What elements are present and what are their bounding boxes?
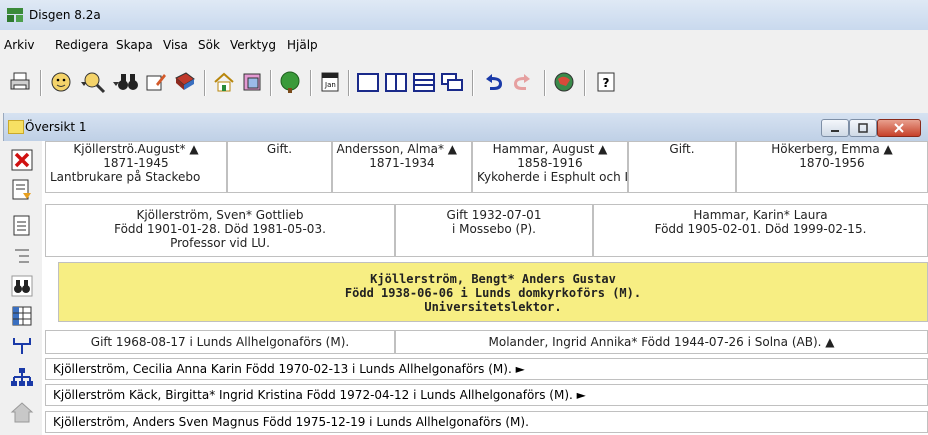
close-button[interactable] <box>877 119 921 137</box>
table-icon[interactable] <box>9 303 35 329</box>
father-name: Kjöllerström, Sven* Gottlieb <box>136 208 304 222</box>
person-name: Kjöllerströ.August* ▲ <box>73 142 199 156</box>
overview-title-bar: Översikt 1 <box>4 113 928 141</box>
person-years: 1858-1916 <box>517 156 583 170</box>
family-tree-icon[interactable] <box>9 365 35 391</box>
layout-two-icon[interactable] <box>384 70 408 94</box>
person-years: 1871-1934 <box>369 156 435 170</box>
maximize-button[interactable] <box>849 119 877 137</box>
side-toolbar <box>3 141 42 435</box>
marriage-label: Gift. <box>266 142 293 156</box>
father-occupation: Professor vid LU. <box>170 236 270 250</box>
marriage-card[interactable]: Gift 1968-08-17 i Lunds Allhelgonaförs (… <box>45 330 395 354</box>
father-dates: Född 1901-01-28. Död 1981-05-03. <box>114 222 326 236</box>
undo-icon[interactable] <box>482 70 506 94</box>
outline-icon[interactable] <box>9 243 35 269</box>
person-name: Andersson, Alma* ▲ <box>336 142 457 156</box>
minimize-button[interactable] <box>821 119 849 137</box>
home-icon[interactable] <box>212 70 236 94</box>
person-name: Hökerberg, Emma ▲ <box>771 142 893 156</box>
maternal-grandfather-card[interactable]: Hammar, August ▲ 1858-1916 Kykoherde i E… <box>472 141 628 193</box>
maternal-grandmother-card[interactable]: Hökerberg, Emma ▲ 1870-1956 <box>736 141 928 193</box>
calendar-icon[interactable]: Jan <box>318 70 342 94</box>
person-occupation: Kykoherde i Esphult och I <box>477 170 628 184</box>
binoculars-sidebar-icon[interactable] <box>9 273 35 299</box>
person-dropdown-icon[interactable] <box>72 70 87 94</box>
globe-person-icon[interactable] <box>552 70 576 94</box>
marriage-date: Gift 1932-07-01 <box>446 208 542 222</box>
child-row[interactable]: Kjöllerström Käck, Birgitta* Ingrid Kris… <box>45 384 928 406</box>
edit-hand-icon[interactable] <box>144 70 168 94</box>
person-years: 1870-1956 <box>799 156 865 170</box>
person-icon[interactable] <box>50 70 74 94</box>
notes-icon[interactable] <box>240 70 264 94</box>
spouse-card[interactable]: Molander, Ingrid Annika* Född 1944-07-26… <box>395 330 928 354</box>
person-name: Hammar, August ▲ <box>492 142 608 156</box>
father-card[interactable]: Kjöllerström, Sven* Gottlieb Född 1901-0… <box>45 204 395 257</box>
family-overview-grid: Kjöllerströ.August* ▲ 1871-1945 Lantbruk… <box>45 141 928 435</box>
paternal-grandfather-card[interactable]: Kjöllerströ.August* ▲ 1871-1945 Lantbruk… <box>45 141 227 193</box>
menu-verktyg[interactable]: Verktyg <box>230 38 276 52</box>
redo-icon[interactable] <box>510 70 534 94</box>
svg-text:Jan: Jan <box>324 81 336 89</box>
mother-name: Hammar, Karin* Laura <box>693 208 828 222</box>
layout-single-icon[interactable] <box>356 70 380 94</box>
person-occupation: Lantbrukare på Stackebo <box>50 170 201 184</box>
layout-overlap-icon[interactable] <box>440 70 464 94</box>
menu-hjalp[interactable]: Hjälp <box>287 38 318 52</box>
title-bar: Disgen 8.2a <box>0 0 928 30</box>
menu-visa[interactable]: Visa <box>163 38 188 52</box>
menu-sok[interactable]: Sök <box>198 38 220 52</box>
person-search-icon[interactable] <box>82 70 106 94</box>
menu-skapa[interactable]: Skapa <box>116 38 153 52</box>
mother-card[interactable]: Hammar, Karin* Laura Född 1905-02-01. Dö… <box>593 204 928 257</box>
menu-bar: Arkiv Redigera Skapa Visa Sök Verktyg Hj… <box>0 38 928 58</box>
menu-redigera[interactable]: Redigera <box>55 38 108 52</box>
mother-dates: Född 1905-02-01. Död 1999-02-15. <box>654 222 867 236</box>
main-person-name: Kjöllerström, Bengt* Anders Gustav <box>370 272 616 286</box>
descendants-icon[interactable] <box>9 333 35 359</box>
overview-title: Översikt 1 <box>25 120 87 134</box>
document-icon[interactable] <box>9 213 35 239</box>
print-icon[interactable] <box>8 70 32 94</box>
marriage-place: i Mossebo (P). <box>452 222 536 236</box>
child-row[interactable]: Kjöllerström, Cecilia Anna Karin Född 19… <box>45 358 928 380</box>
book-icon[interactable] <box>172 70 196 94</box>
paternal-marriage-card[interactable]: Gift. <box>227 141 332 193</box>
menu-arkiv[interactable]: Arkiv <box>4 38 35 52</box>
main-person-birth: Född 1938-06-06 i Lunds domkyrkoförs (M)… <box>344 286 642 300</box>
window-title: Disgen 8.2a <box>29 8 101 22</box>
app-tree-icon <box>7 8 23 22</box>
help-icon[interactable]: ? <box>594 70 618 94</box>
main-person-card[interactable]: Kjöllerström, Bengt* Anders Gustav Född … <box>58 262 928 322</box>
person-years: 1871-1945 <box>103 156 169 170</box>
overview-window-icon <box>8 120 24 134</box>
parents-marriage-card[interactable]: Gift 1932-07-01 i Mossebo (P). <box>395 204 593 257</box>
layout-rows-icon[interactable] <box>412 70 436 94</box>
spouse-info: Molander, Ingrid Annika* Född 1944-07-26… <box>488 335 835 349</box>
close-red-x-icon[interactable] <box>9 147 35 173</box>
report-icon[interactable] <box>9 177 35 203</box>
marriage-label: Gift. <box>669 142 695 156</box>
child-row[interactable]: Kjöllerström, Anders Sven Magnus Född 19… <box>45 411 928 433</box>
svg-text:?: ? <box>603 76 610 90</box>
binoculars-icon[interactable] <box>116 70 140 94</box>
tree-icon[interactable] <box>278 70 302 94</box>
toolbar: Jan ? <box>0 64 928 104</box>
marriage-info: Gift 1968-08-17 i Lunds Allhelgonaförs (… <box>90 335 350 349</box>
search-dropdown-icon[interactable] <box>104 70 119 94</box>
maternal-marriage-card[interactable]: Gift. <box>628 141 736 193</box>
main-person-occupation: Universitetslektor. <box>424 300 562 314</box>
paternal-grandmother-card[interactable]: Andersson, Alma* ▲ 1871-1934 <box>332 141 472 193</box>
house-icon[interactable] <box>9 399 35 425</box>
